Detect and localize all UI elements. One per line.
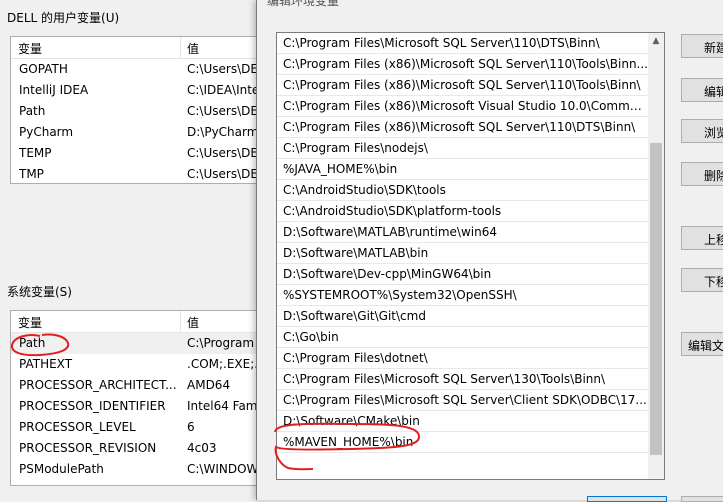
variable-name: Path (19, 104, 46, 118)
path-entry[interactable]: C:\Program Files\nodejs\ (277, 138, 649, 159)
path-entry[interactable]: C:\Program Files (x86)\Microsoft Visual … (277, 96, 649, 117)
cancel-button[interactable] (681, 496, 723, 502)
sys-vars-header: 变量 值 (11, 311, 259, 333)
path-entry[interactable]: C:\AndroidStudio\SDK\platform-tools (277, 201, 649, 222)
sys-vars-list[interactable]: 变量 值 Path C:\Program PATHEXT .COM;.EXE;. PRO… (10, 310, 260, 486)
table-row[interactable]: TEMP C:\Users\DE (11, 143, 259, 164)
edit-button[interactable]: 编辑(E) (681, 78, 723, 102)
path-entry[interactable]: D:\Software\CMake\bin (277, 411, 649, 432)
column-header-value[interactable]: 值 (187, 40, 199, 57)
variable-name: PROCESSOR_LEVEL (19, 420, 136, 434)
variable-value: Intel64 Fami (187, 399, 260, 413)
path-entry[interactable]: D:\Software\Git\Git\cmd (277, 306, 649, 327)
column-header-variable[interactable]: 变量 (18, 40, 42, 57)
variable-name: Path (19, 336, 46, 350)
column-separator[interactable] (180, 37, 181, 59)
variable-value: C:\Users\DE (187, 104, 258, 118)
variable-value: 6 (187, 420, 195, 434)
table-row[interactable]: PSModulePath C:\WINDOW (11, 459, 259, 480)
user-vars-group-label: DELL 的用户变量(U) (7, 11, 120, 25)
variable-name: GOPATH (19, 62, 68, 76)
table-row[interactable]: PROCESSOR_ARCHITECT... AMD64 (11, 375, 259, 396)
path-entry[interactable]: %SYSTEMROOT%\System32\OpenSSH\ (277, 285, 649, 306)
table-row[interactable]: Path C:\Program (11, 333, 259, 354)
path-entry[interactable]: C:\Program Files\Microsoft SQL Server\11… (277, 33, 649, 54)
variable-value: C:\Users\DE (187, 62, 258, 76)
path-entry[interactable]: C:\Program Files (x86)\Microsoft SQL Ser… (277, 117, 649, 138)
user-vars-list[interactable]: 变量 值 GOPATH C:\Users\DE IntelliJ IDEA C:\ID… (10, 36, 260, 184)
variable-name: PROCESSOR_REVISION (19, 441, 157, 455)
path-entry[interactable]: D:\Software\MATLAB\runtime\win64 (277, 222, 649, 243)
path-entry[interactable]: C:\Program Files (x86)\Microsoft SQL Ser… (277, 75, 649, 96)
path-entry[interactable]: C:\AndroidStudio\SDK\tools (277, 180, 649, 201)
column-header-variable[interactable]: 变量 (18, 314, 42, 331)
delete-button[interactable]: 删除(D) (681, 162, 723, 186)
variable-name: PROCESSOR_IDENTIFIER (19, 399, 166, 413)
path-entry[interactable]: C:\Program Files (x86)\Microsoft SQL Ser… (277, 54, 649, 75)
edit-text-button[interactable]: 编辑文本(T)... (681, 332, 723, 356)
move-down-button[interactable]: 下移(O) (681, 268, 723, 292)
table-row[interactable]: IntelliJ IDEA C:\IDEA\Inte (11, 80, 259, 101)
variable-value: AMD64 (187, 378, 231, 392)
sys-vars-group-label: 系统变量(S) (7, 285, 72, 299)
variable-value: C:\Program (187, 336, 255, 350)
variable-name: TMP (19, 167, 44, 181)
path-entry[interactable]: C:\Program Files\Microsoft SQL Server\Cl… (277, 390, 649, 411)
table-row[interactable]: PROCESSOR_REVISION 4c03 (11, 438, 259, 459)
path-entry[interactable]: C:\Program Files\Microsoft SQL Server\13… (277, 369, 649, 390)
new-button[interactable]: 新建(N) (681, 34, 723, 58)
column-header-value[interactable]: 值 (187, 314, 199, 331)
scroll-up-arrow-icon[interactable]: ▲ (648, 33, 664, 49)
edit-environment-variable-dialog: 编辑环境变量 C:\Program Files\Microsoft SQL Se… (256, 0, 723, 502)
variable-value: C:\WINDOW (187, 462, 259, 476)
variable-value: C:\Users\DE (187, 146, 258, 160)
move-up-button[interactable]: 上移(U) (681, 226, 723, 250)
variable-value: 4c03 (187, 441, 217, 455)
variable-name: PATHEXT (19, 357, 73, 371)
variable-name: PyCharm (19, 125, 74, 139)
path-entry[interactable]: C:\Program Files\dotnet\ (277, 348, 649, 369)
variable-value: D:\PyCharm (187, 125, 259, 139)
variable-name: PSModulePath (19, 462, 104, 476)
path-entry[interactable]: %JAVA_HOME%\bin (277, 159, 649, 180)
table-row[interactable]: Path C:\Users\DE (11, 101, 259, 122)
variable-value: C:\IDEA\Inte (187, 83, 260, 97)
table-row[interactable]: PyCharm D:\PyCharm (11, 122, 259, 143)
variable-name: TEMP (19, 146, 52, 160)
table-row[interactable]: PATHEXT .COM;.EXE;. (11, 354, 259, 375)
browse-button[interactable]: 浏览(B)... (681, 119, 723, 143)
table-row[interactable]: TMP C:\Users\DE (11, 164, 259, 183)
variable-value: C:\Users\DE (187, 167, 258, 181)
variable-name: PROCESSOR_ARCHITECT... (19, 378, 177, 392)
path-entries-list[interactable]: C:\Program Files\Microsoft SQL Server\11… (276, 32, 665, 480)
table-row[interactable]: PROCESSOR_IDENTIFIER Intel64 Fami (11, 396, 259, 417)
column-separator[interactable] (180, 311, 181, 333)
user-vars-header: 变量 值 (11, 37, 259, 59)
vertical-scrollbar[interactable]: ▲ (648, 33, 664, 479)
path-entry[interactable]: D:\Software\Dev-cpp\MinGW64\bin (277, 264, 649, 285)
path-entry[interactable]: %MAVEN_HOME%\bin (277, 432, 649, 453)
ok-button[interactable] (587, 496, 667, 502)
scrollbar-thumb[interactable] (650, 143, 662, 455)
path-entry[interactable]: C:\Go\bin (277, 327, 649, 348)
variable-name: IntelliJ IDEA (19, 83, 89, 97)
table-row[interactable]: GOPATH C:\Users\DE (11, 59, 259, 80)
dialog-title: 编辑环境变量 (267, 0, 340, 8)
variable-value: .COM;.EXE;. (187, 357, 259, 371)
table-row[interactable]: PROCESSOR_LEVEL 6 (11, 417, 259, 438)
path-entry[interactable]: D:\Software\MATLAB\bin (277, 243, 649, 264)
